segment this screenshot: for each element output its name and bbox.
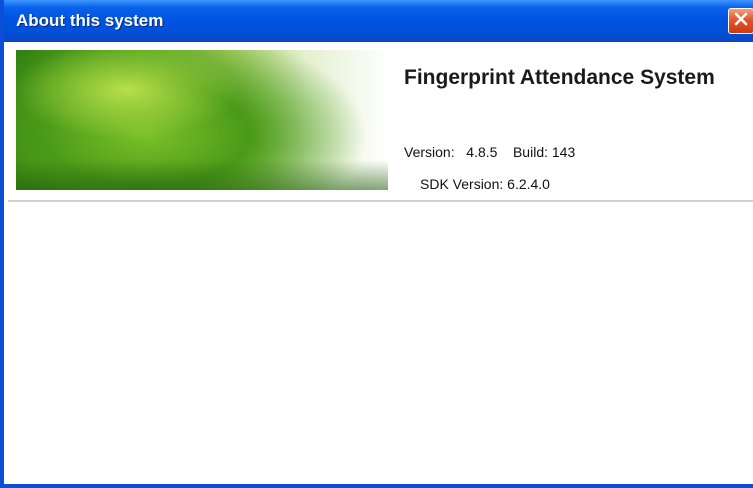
build-label: Build: — [512, 144, 548, 160]
sdk-version-info: SDK Version: 6.2.4.0 — [420, 176, 550, 192]
banner-image — [16, 50, 388, 190]
close-button[interactable] — [728, 8, 753, 34]
about-body — [8, 202, 753, 484]
build-value: 143 — [551, 144, 576, 160]
app-name: Fingerprint Attendance System — [404, 66, 715, 89]
title-bar[interactable]: About this system — [4, 0, 753, 42]
version-label: Version: — [404, 144, 455, 160]
close-icon — [733, 11, 749, 32]
window-title: About this system — [16, 11, 164, 30]
about-dialog: About this system Fingerprint Attendance… — [0, 0, 753, 488]
version-info: Version: 4.8.5 Build: 143 — [404, 144, 575, 160]
dialog-content: Fingerprint Attendance System Version: 4… — [8, 42, 753, 484]
sdk-value: 6.2.4.0 — [507, 176, 550, 192]
version-value: 4.8.5 — [466, 144, 498, 160]
about-header: Fingerprint Attendance System Version: 4… — [8, 42, 753, 202]
sdk-label: SDK Version: — [420, 176, 504, 192]
